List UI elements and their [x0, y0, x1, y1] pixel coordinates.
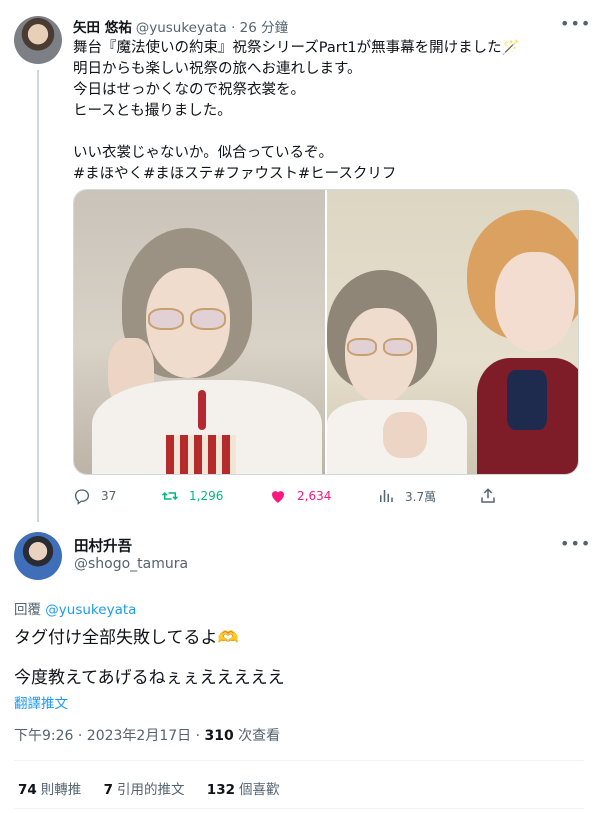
parent-tweet-line: 今日はせっかくなので祝祭衣裳を。	[73, 82, 305, 98]
quotes-stat[interactable]: 7 引用的推文	[104, 778, 185, 798]
heart-icon	[272, 491, 284, 503]
stat-label: 則轉推	[40, 782, 82, 798]
parent-tweet-hashtags: #まほやく#まほステ#ファウスト#ヒースクリフ	[73, 164, 578, 185]
main-author-handle[interactable]: @shogo_tamura	[74, 556, 188, 572]
reply-to-link[interactable]: @yusukeyata	[45, 602, 136, 618]
views-icon	[380, 490, 393, 502]
parent-tweet-actions: 37 1,296 2,634 3.7萬	[73, 487, 503, 509]
parent-tweet-text: 舞台『魔法使いの約束』祝祭シリーズPart1が無事幕を開けました🪄 明日からも楽…	[73, 38, 578, 185]
retweet-count: 1,296	[189, 489, 224, 503]
view-count: 310	[204, 728, 234, 744]
parent-tweet-line: 舞台『魔法使いの約束』祝祭シリーズPart1が無事幕を開けました🪄	[73, 40, 520, 56]
reply-prefix: 回覆	[14, 602, 41, 618]
main-author-avatar[interactable]	[14, 532, 62, 580]
photo-glasses-left	[347, 338, 377, 356]
main-tweet-line: タグ付け全部失敗してるよ🫶	[14, 628, 239, 648]
parent-tweet-line: いい衣裳じゃないか。似合っているぞ。	[73, 145, 333, 161]
views-button[interactable]: 3.7萬	[377, 487, 436, 505]
photo-glasses-right	[383, 338, 413, 356]
stat-count: 74	[18, 782, 37, 798]
translate-tweet-link[interactable]: 翻譯推文	[14, 692, 68, 712]
photo-face-shape	[495, 252, 575, 352]
more-dots-icon[interactable]: •••	[560, 534, 591, 553]
tweet-photo-2[interactable]	[327, 190, 578, 474]
main-tweet-text: タグ付け全部失敗してるよ🫶 今度教えてあげるねぇぇえええええ	[14, 626, 574, 690]
likes-stat[interactable]: 132 個喜歡	[207, 778, 280, 798]
photo-vest-shape	[166, 435, 236, 474]
hashtag-link[interactable]: #まほステ	[143, 166, 213, 182]
parent-tweet-line: ヒースとも撮りました。	[73, 103, 232, 119]
divider	[14, 808, 584, 809]
reply-button[interactable]: 37	[73, 487, 116, 505]
thread-connector-line	[37, 70, 39, 522]
retweet-icon	[161, 491, 179, 501]
photo-hand-shape	[383, 412, 427, 458]
main-tweet-line: 今度教えてあげるねぇぇえええええ	[14, 668, 285, 688]
stat-count: 132	[206, 782, 235, 798]
parent-author-avatar[interactable]	[14, 16, 62, 64]
stat-count: 7	[103, 782, 113, 798]
parent-tweet-media	[73, 189, 579, 475]
reply-count: 37	[101, 489, 117, 503]
photo-glasses-left	[148, 308, 184, 330]
photo-glasses-right	[190, 308, 226, 330]
hashtag-link[interactable]: #まほやく	[73, 166, 143, 182]
hashtag-link[interactable]: #ヒースクリフ	[298, 166, 396, 182]
photo-tie-shape	[507, 370, 547, 430]
parent-tweet-blank-line	[73, 122, 578, 143]
retweet-button[interactable]: 1,296	[161, 487, 223, 505]
share-icon	[481, 488, 495, 503]
views-count: 3.7萬	[405, 489, 437, 504]
stat-label: 個喜歡	[238, 782, 280, 798]
divider	[14, 760, 584, 761]
reply-icon	[74, 489, 90, 505]
share-button[interactable]	[479, 487, 497, 505]
main-tweet-gap	[14, 650, 574, 666]
parent-author-name[interactable]: 矢田 悠祐	[73, 20, 132, 36]
timestamp-text[interactable]: 下午9:26 · 2023年2月17日 ·	[14, 728, 205, 744]
replying-to: 回覆 @yusukeyata	[14, 598, 136, 618]
tweet-timestamp: 下午9:26 · 2023年2月17日 · 310 次查看	[14, 725, 280, 745]
more-dots-icon[interactable]: •••	[560, 14, 591, 33]
like-button[interactable]: 2,634	[269, 487, 331, 505]
photo-brooch-shape	[198, 390, 206, 430]
view-label: 次查看	[233, 728, 281, 744]
tweet-photo-1[interactable]	[74, 190, 325, 474]
stat-label: 引用的推文	[117, 782, 185, 798]
retweets-stat[interactable]: 74 則轉推	[18, 778, 81, 798]
parent-author-meta[interactable]: @yusukeyata · 26 分鐘	[136, 20, 288, 36]
parent-tweet-header: 矢田 悠祐 @yusukeyata · 26 分鐘	[73, 16, 288, 36]
like-count: 2,634	[297, 489, 332, 503]
parent-tweet-line: 明日からも楽しい祝祭の旅へお連れします。	[73, 61, 362, 77]
tweet-stats: 74 則轉推 7 引用的推文 132 個喜歡	[18, 778, 297, 798]
main-author-name[interactable]: 田村升吾	[74, 535, 132, 556]
hashtag-link[interactable]: #ファウスト	[213, 166, 298, 182]
